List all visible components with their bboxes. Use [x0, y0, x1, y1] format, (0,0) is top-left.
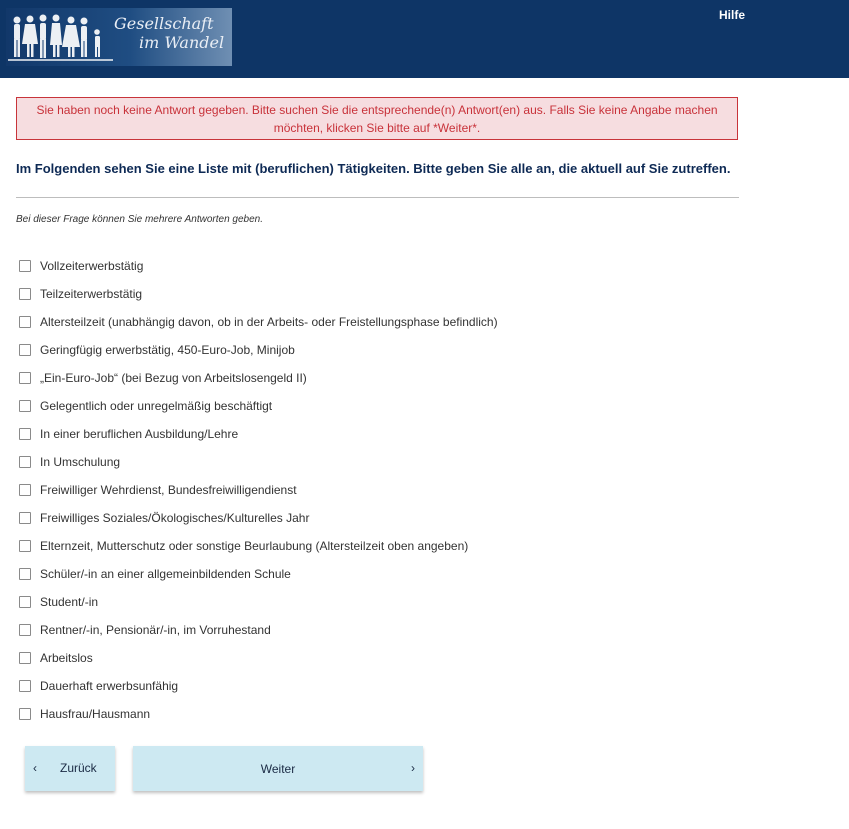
option-item[interactable]: Teilzeiterwerbstätig	[19, 280, 498, 308]
people-silhouette-icon	[8, 14, 113, 61]
option-label[interactable]: „Ein-Euro-Job“ (bei Bezug von Arbeitslos…	[40, 371, 307, 385]
option-checkbox[interactable]	[19, 540, 31, 552]
chevron-right-icon: ›	[411, 761, 415, 775]
option-label[interactable]: Gelegentlich oder unregelmäßig beschäfti…	[40, 399, 272, 413]
option-label[interactable]: In einer beruflichen Ausbildung/Lehre	[40, 427, 238, 441]
option-label[interactable]: Rentner/-in, Pensionär/-in, im Vorruhest…	[40, 623, 271, 637]
option-item[interactable]: „Ein-Euro-Job“ (bei Bezug von Arbeitslos…	[19, 364, 498, 392]
help-link[interactable]: Hilfe	[719, 8, 745, 22]
option-label[interactable]: Vollzeiterwerbstätig	[40, 259, 143, 273]
option-item[interactable]: Student/-in	[19, 588, 498, 616]
option-item[interactable]: Schüler/-in an einer allgemeinbildenden …	[19, 560, 498, 588]
option-item[interactable]: Rentner/-in, Pensionär/-in, im Vorruhest…	[19, 616, 498, 644]
logo-text: Gesellschaft im Wandel	[114, 14, 224, 52]
error-message: Sie haben noch keine Antwort gegeben. Bi…	[16, 97, 738, 140]
next-button-label: Weiter	[260, 761, 296, 776]
option-checkbox[interactable]	[19, 512, 31, 524]
option-checkbox[interactable]	[19, 260, 31, 272]
option-item[interactable]: In einer beruflichen Ausbildung/Lehre	[19, 420, 498, 448]
option-item[interactable]: Arbeitslos	[19, 644, 498, 672]
logo-line-2: im Wandel	[139, 33, 225, 52]
option-item[interactable]: Freiwilliger Wehrdienst, Bundesfreiwilli…	[19, 476, 498, 504]
option-label[interactable]: Schüler/-in an einer allgemeinbildenden …	[40, 567, 291, 581]
option-checkbox[interactable]	[19, 400, 31, 412]
option-item[interactable]: Elternzeit, Mutterschutz oder sonstige B…	[19, 532, 498, 560]
option-checkbox[interactable]	[19, 288, 31, 300]
option-item[interactable]: Geringfügig erwerbstätig, 450-Euro-Job, …	[19, 336, 498, 364]
option-checkbox[interactable]	[19, 316, 31, 328]
option-label[interactable]: In Umschulung	[40, 455, 120, 469]
option-checkbox[interactable]	[19, 344, 31, 356]
option-label[interactable]: Arbeitslos	[40, 651, 93, 665]
option-item[interactable]: Gelegentlich oder unregelmäßig beschäfti…	[19, 392, 498, 420]
option-checkbox[interactable]	[19, 428, 31, 440]
option-checkbox[interactable]	[19, 568, 31, 580]
option-label[interactable]: Student/-in	[40, 595, 98, 609]
option-item[interactable]: Altersteilzeit (unabhängig davon, ob in …	[19, 308, 498, 336]
next-button[interactable]: Weiter ›	[133, 746, 423, 791]
question-text: Im Folgenden sehen Sie eine Liste mit (b…	[16, 161, 731, 176]
option-checkbox[interactable]	[19, 484, 31, 496]
option-checkbox[interactable]	[19, 680, 31, 692]
logo-line-1: Gesellschaft	[114, 14, 214, 33]
option-item[interactable]: Vollzeiterwerbstätig	[19, 252, 498, 280]
logo: Gesellschaft im Wandel	[6, 8, 232, 66]
back-button-label: Zurück	[60, 761, 97, 775]
option-label[interactable]: Elternzeit, Mutterschutz oder sonstige B…	[40, 539, 468, 553]
option-label[interactable]: Freiwilliger Wehrdienst, Bundesfreiwilli…	[40, 483, 297, 497]
option-label[interactable]: Hausfrau/Hausmann	[40, 707, 150, 721]
multi-answer-hint: Bei dieser Frage können Sie mehrere Antw…	[16, 214, 263, 225]
option-item[interactable]: Hausfrau/Hausmann	[19, 700, 498, 728]
option-label[interactable]: Geringfügig erwerbstätig, 450-Euro-Job, …	[40, 343, 295, 357]
option-item[interactable]: Freiwilliges Soziales/Ökologisches/Kultu…	[19, 504, 498, 532]
option-checkbox[interactable]	[19, 596, 31, 608]
option-checkbox[interactable]	[19, 652, 31, 664]
option-checkbox[interactable]	[19, 624, 31, 636]
option-label[interactable]: Teilzeiterwerbstätig	[40, 287, 142, 301]
options-list: Vollzeiterwerbstätig Teilzeiterwerbstätig…	[19, 252, 498, 728]
option-checkbox[interactable]	[19, 708, 31, 720]
header-bar: Gesellschaft im Wandel Hilfe	[0, 0, 849, 78]
option-item[interactable]: In Umschulung	[19, 448, 498, 476]
option-label[interactable]: Dauerhaft erwerbsunfähig	[40, 679, 178, 693]
option-item[interactable]: Dauerhaft erwerbsunfähig	[19, 672, 498, 700]
divider	[16, 197, 739, 198]
chevron-left-icon: ‹	[33, 761, 37, 775]
option-label[interactable]: Altersteilzeit (unabhängig davon, ob in …	[40, 315, 498, 329]
back-button[interactable]: ‹ Zurück	[25, 746, 115, 791]
option-checkbox[interactable]	[19, 456, 31, 468]
option-checkbox[interactable]	[19, 372, 31, 384]
option-label[interactable]: Freiwilliges Soziales/Ökologisches/Kultu…	[40, 511, 309, 525]
